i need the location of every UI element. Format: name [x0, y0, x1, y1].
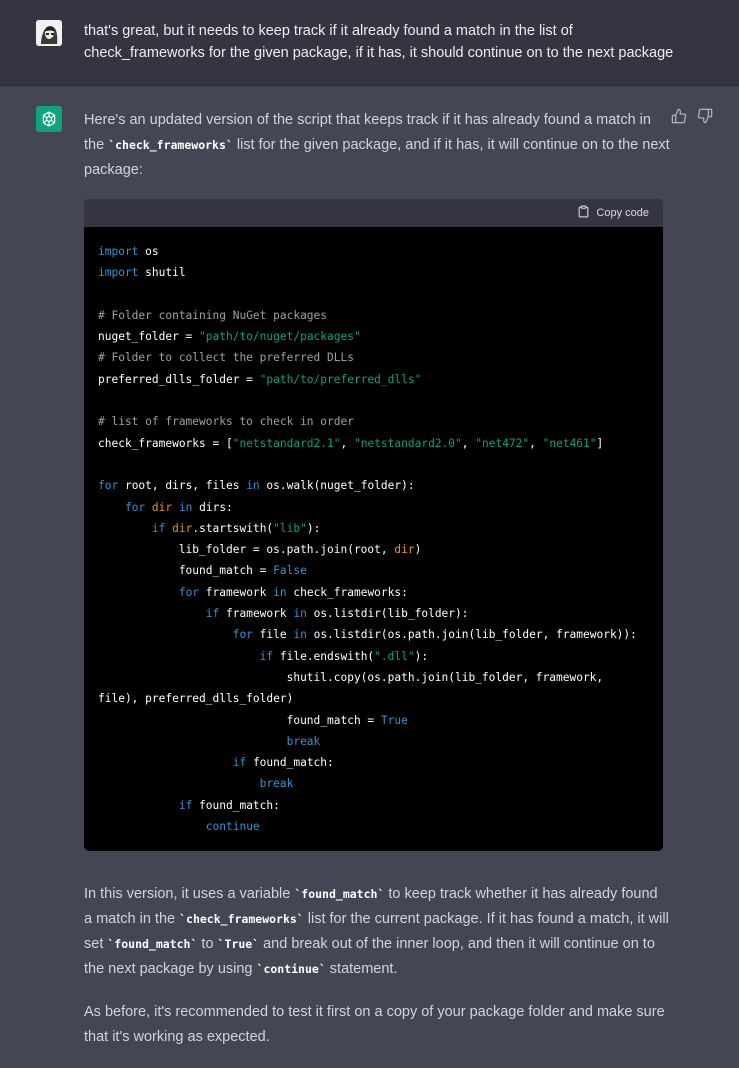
feedback-buttons	[671, 108, 713, 124]
user-avatar	[36, 20, 62, 46]
copy-code-button[interactable]: Copy code	[577, 205, 649, 221]
clipboard-icon	[577, 205, 590, 221]
explanation-text: to	[197, 936, 218, 952]
user-message-text: that's great, but it needs to keep track…	[84, 23, 674, 61]
explanation-paragraph: In this version, it uses a variable `fou…	[84, 882, 669, 982]
thumbs-down-icon[interactable]	[697, 108, 713, 124]
inline-code: `found_match`	[107, 937, 198, 951]
inline-code: `check_frameworks`	[108, 138, 233, 152]
assistant-explanation: In this version, it uses a variable `fou…	[84, 882, 669, 1068]
copy-code-label: Copy code	[596, 207, 649, 219]
openai-logo-icon	[36, 106, 62, 132]
explanation-text: In this version, it uses a variable	[84, 886, 295, 902]
user-message: that's great, but it needs to keep track…	[0, 0, 739, 86]
inline-code: `found_match`	[294, 887, 385, 901]
code-block: Copy code import os import shutil # Fold…	[84, 199, 663, 851]
assistant-message: Here's an updated version of the script …	[0, 86, 739, 1062]
code-content[interactable]: import os import shutil # Folder contain…	[84, 227, 663, 837]
explanation-text: statement.	[325, 961, 398, 977]
inline-code: `check_frameworks`	[179, 912, 304, 926]
inline-code: `continue`	[256, 962, 326, 976]
closing-paragraph: As before, it's recommended to test it f…	[84, 1004, 665, 1045]
inline-code: `True`	[217, 937, 260, 951]
assistant-intro: Here's an updated version of the script …	[84, 108, 674, 183]
code-block-header: Copy code	[84, 199, 663, 227]
